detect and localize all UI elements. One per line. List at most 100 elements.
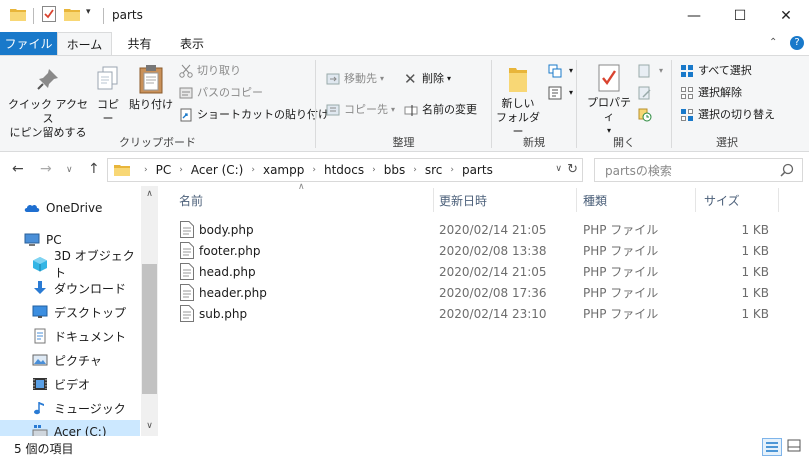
breadcrumb-pc[interactable]: PC (156, 163, 172, 177)
file-icon (180, 263, 194, 280)
nav-item-pictures[interactable]: ピクチャ (0, 348, 140, 372)
new-folder-icon[interactable] (64, 7, 80, 21)
breadcrumb-bbs[interactable]: bbs (384, 163, 406, 177)
nav-item-documents[interactable]: ドキュメント (0, 324, 140, 348)
history-button[interactable] (638, 106, 656, 124)
invert-selection-label: 選択の切り替え (698, 108, 775, 121)
item-count: 5 個の項目 (14, 442, 74, 456)
up-arrow-icon[interactable]: ↑ (88, 161, 100, 177)
breadcrumb-src[interactable]: src (425, 163, 443, 177)
column-header-date[interactable]: 更新日時 (439, 192, 487, 209)
maximize-button[interactable]: ☐ (717, 0, 763, 32)
file-icon (180, 305, 194, 322)
address-dropdown-icon[interactable]: ∨ (555, 164, 562, 174)
search-input[interactable]: partsの検索 (605, 162, 780, 179)
close-button[interactable]: ✕ (763, 0, 809, 32)
new-folder-button[interactable]: 新しい フォルダー (494, 64, 542, 139)
table-row[interactable]: footer.php 2020/02/08 13:38 PHP ファイル 1 K… (176, 240, 776, 261)
table-row[interactable]: header.php 2020/02/08 17:36 PHP ファイル 1 K… (176, 282, 776, 303)
breadcrumb-htdocs[interactable]: htdocs (324, 163, 364, 177)
rename-button[interactable]: 名前の変更 (404, 101, 477, 119)
file-name: body.php (199, 222, 254, 237)
search-box[interactable]: partsの検索 (594, 158, 803, 182)
edit-button[interactable] (638, 84, 656, 102)
nav-item-desktop[interactable]: デスクトップ (0, 300, 140, 324)
recent-locations-icon[interactable]: ∨ (66, 165, 73, 175)
file-size: 1 KB (741, 285, 769, 300)
copy-to-button[interactable]: コピー先 ▾ (326, 101, 395, 119)
customize-quick-access-icon[interactable]: ▾ (86, 7, 91, 17)
new-group-label: 新規 (523, 136, 545, 149)
copy-button[interactable]: コピー (92, 66, 124, 126)
details-view-button[interactable] (762, 438, 782, 456)
nav-item-downloads[interactable]: ダウンロード (0, 276, 140, 300)
address-bar[interactable]: › PC › Acer (C:) › xampp › htdocs › bbs … (107, 158, 583, 182)
nav-item-onedrive[interactable]: OneDrive (0, 196, 140, 220)
nav-item-drive-c[interactable]: Acer (C:) (0, 420, 140, 436)
cut-button[interactable]: 切り取り (179, 62, 241, 80)
scroll-up-icon[interactable]: ∧ (141, 186, 158, 203)
scroll-down-icon[interactable]: ∨ (141, 418, 158, 435)
table-row[interactable]: body.php 2020/02/14 21:05 PHP ファイル 1 KB (176, 219, 776, 240)
file-icon (180, 242, 194, 259)
nav-item-3d-objects[interactable]: 3D オブジェクト (0, 249, 140, 280)
open-button[interactable]: ▾ (638, 62, 663, 80)
properties-icon[interactable] (42, 6, 56, 22)
file-date: 2020/02/14 21:05 (439, 222, 547, 237)
select-none-button[interactable]: 選択解除 (680, 84, 742, 102)
help-icon[interactable]: ? (790, 36, 804, 50)
refresh-icon[interactable]: ↻ (567, 162, 578, 177)
properties-button[interactable]: プロパティ ▾ (582, 64, 636, 138)
breadcrumb-drive[interactable]: Acer (C:) (191, 163, 244, 177)
history-icon (638, 108, 652, 122)
paste-shortcut-button[interactable]: ショートカットの貼り付け (179, 106, 329, 124)
edit-icon (638, 86, 652, 100)
tab-view[interactable]: 表示 (167, 32, 217, 56)
tab-file[interactable]: ファイル (0, 32, 57, 56)
table-row[interactable]: head.php 2020/02/14 21:05 PHP ファイル 1 KB (176, 261, 776, 282)
column-divider[interactable] (576, 188, 577, 212)
pc-icon (24, 233, 40, 246)
tab-home[interactable]: ホーム (57, 32, 112, 56)
divider (103, 8, 104, 24)
new-item-button[interactable]: ▾ (548, 62, 573, 80)
column-divider[interactable] (778, 188, 779, 212)
pin-quick-access-button[interactable]: クイック アクセス にピン留めする (4, 66, 92, 140)
forward-arrow-icon[interactable]: → (40, 161, 52, 177)
minimize-button[interactable]: — (671, 0, 717, 32)
file-icon (180, 221, 194, 238)
select-all-button[interactable]: すべて選択 (680, 62, 752, 80)
breadcrumb-parts[interactable]: parts (462, 163, 493, 177)
tab-share[interactable]: 共有 (112, 32, 167, 56)
column-divider[interactable] (695, 188, 696, 212)
back-arrow-icon[interactable]: ← (12, 161, 24, 177)
table-row[interactable]: sub.php 2020/02/14 23:10 PHP ファイル 1 KB (176, 303, 776, 324)
move-to-button[interactable]: 移動先 ▾ (326, 70, 384, 88)
nav-scrollbar[interactable]: ∧ ∨ (141, 186, 158, 436)
delete-button[interactable]: ✕ 削除 ▾ (404, 70, 451, 88)
nav-item-label: PC (46, 233, 62, 247)
file-date: 2020/02/14 23:10 (439, 306, 547, 321)
ribbon-collapse-icon[interactable]: ⌃ (769, 37, 777, 48)
nav-item-videos[interactable]: ビデオ (0, 372, 140, 396)
column-header-size[interactable]: サイズ (704, 192, 740, 209)
select-all-label: すべて選択 (698, 64, 752, 77)
title-bar: ▾ parts — ☐ ✕ (0, 0, 809, 32)
invert-selection-icon (680, 108, 694, 122)
large-icons-view-button[interactable] (785, 438, 805, 456)
new-item-icon (548, 64, 562, 78)
breadcrumb-xampp[interactable]: xampp (263, 163, 304, 177)
scroll-thumb[interactable] (142, 264, 157, 394)
paste-button[interactable]: 貼り付け (128, 64, 174, 112)
copy-path-button[interactable]: パスのコピー (179, 84, 263, 102)
file-size: 1 KB (741, 222, 769, 237)
column-header-type[interactable]: 種類 (583, 192, 607, 209)
easy-access-button[interactable]: ▾ (548, 84, 573, 102)
nav-item-music[interactable]: ミュージック (0, 396, 140, 420)
folder-icon[interactable] (10, 7, 26, 21)
ribbon-tabs: ファイル ホーム 共有 表示 (0, 32, 809, 56)
column-header-name[interactable]: 名前 (179, 192, 203, 209)
cube-icon (33, 257, 47, 272)
column-divider[interactable] (433, 188, 434, 212)
invert-selection-button[interactable]: 選択の切り替え (680, 106, 775, 124)
